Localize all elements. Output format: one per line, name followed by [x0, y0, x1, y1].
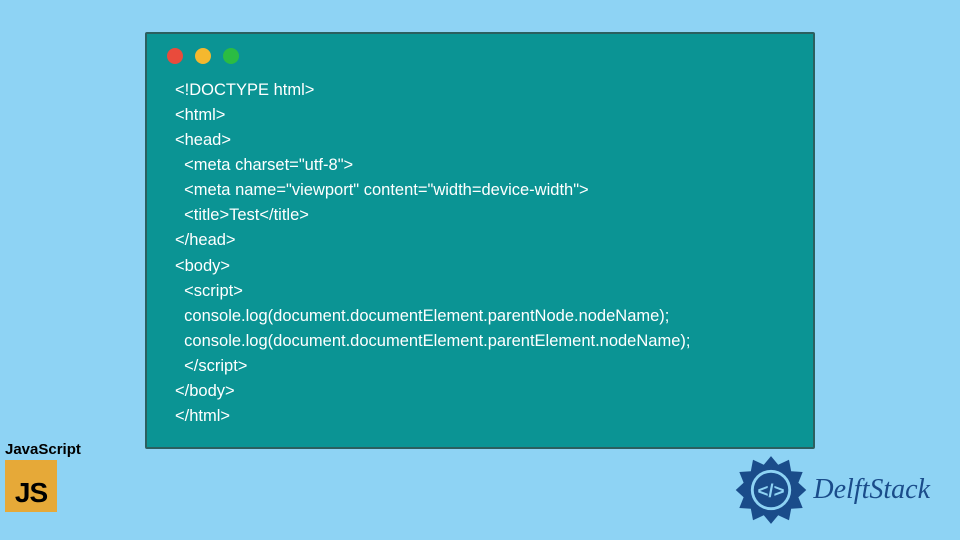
delftstack-text: DelftStack [813, 474, 930, 506]
window-minimize-dot [195, 48, 211, 64]
code-content: <!DOCTYPE html> <html> <head> <meta char… [147, 72, 813, 429]
window-maximize-dot [223, 48, 239, 64]
javascript-label: JavaScript [5, 441, 81, 458]
svg-text:</>: </> [758, 480, 785, 501]
code-window: <!DOCTYPE html> <html> <head> <meta char… [145, 32, 815, 449]
javascript-badge: JavaScript JS [5, 441, 81, 512]
delftstack-logo-icon: </> [735, 454, 807, 526]
javascript-icon-text: JS [15, 477, 47, 509]
window-close-dot [167, 48, 183, 64]
delftstack-badge: </> DelftStack [735, 454, 930, 526]
javascript-icon: JS [5, 460, 57, 512]
window-controls [147, 34, 813, 72]
